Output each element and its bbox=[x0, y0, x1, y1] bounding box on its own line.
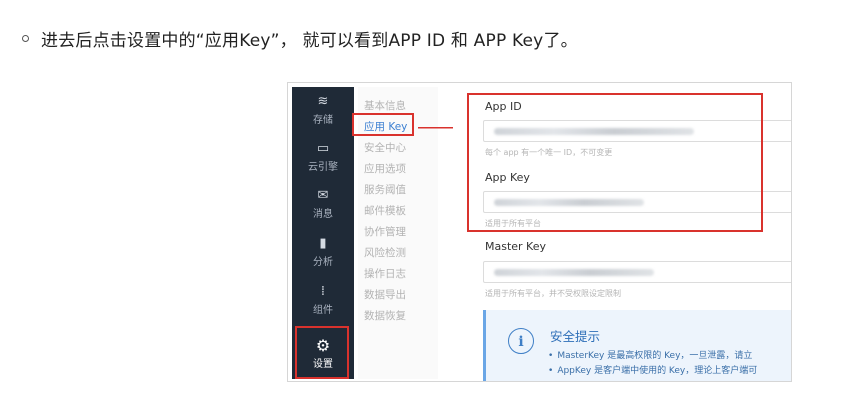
master-key-help: 适用于所有平台，并不受权限设定限制 bbox=[485, 289, 621, 298]
rail-item-label: 消息 bbox=[313, 209, 333, 220]
menu-item-app-options[interactable]: 应用选项 bbox=[364, 161, 406, 176]
menu-item-email-templates[interactable]: 邮件模板 bbox=[364, 203, 406, 218]
icon-rail: ≋ 存储 ▭ 云引擎 ✉ 消息 ▮ 分析 ⁞ 组件 ⚙ 设置 bbox=[292, 87, 354, 379]
rail-item-components[interactable]: ⁞ 组件 bbox=[292, 283, 354, 316]
instruction: 进去后点击设置中的“应用Key”， 就可以看到APP ID 和 APP Key了… bbox=[22, 26, 578, 51]
chart-icon: ▮ bbox=[319, 236, 327, 251]
keys-highlight-box bbox=[467, 93, 763, 232]
database-icon: ≋ bbox=[317, 94, 329, 109]
rail-item-message[interactable]: ✉ 消息 bbox=[292, 187, 354, 220]
menu-item-security-center[interactable]: 安全中心 bbox=[364, 140, 406, 155]
menu-item-collaboration[interactable]: 协作管理 bbox=[364, 224, 406, 239]
menu-item-service-threshold[interactable]: 服务阈值 bbox=[364, 182, 406, 197]
tip-title: 安全提示 bbox=[550, 329, 601, 344]
info-icon: i bbox=[508, 328, 534, 354]
security-tip: i 安全提示 MasterKey 是最高权限的 Key，一旦泄露，请立 AppK… bbox=[483, 310, 791, 381]
screenshot-panel: ≋ 存储 ▭ 云引擎 ✉ 消息 ▮ 分析 ⁞ 组件 ⚙ 设置 基本信息 应用 K… bbox=[287, 82, 792, 382]
instruction-text: 进去后点击设置中的“应用Key”， 就可以看到APP ID 和 APP Key了… bbox=[41, 30, 578, 51]
rail-item-cloud-engine[interactable]: ▭ 云引擎 bbox=[292, 140, 354, 173]
menu-item-data-export[interactable]: 数据导出 bbox=[364, 287, 406, 302]
bullet-icon bbox=[22, 34, 29, 42]
cloud-engine-icon: ▭ bbox=[316, 141, 330, 156]
rail-item-label: 存储 bbox=[313, 115, 333, 126]
rail-item-label: 组件 bbox=[313, 305, 333, 316]
components-icon: ⁞ bbox=[320, 284, 326, 299]
settings-highlight-box bbox=[295, 326, 349, 379]
master-key-field[interactable] bbox=[483, 261, 791, 283]
menu-item-risk-detection[interactable]: 风险检测 bbox=[364, 245, 406, 260]
menu-item-basic-info[interactable]: 基本信息 bbox=[364, 98, 406, 113]
redacted-value bbox=[494, 269, 654, 276]
rail-item-analytics[interactable]: ▮ 分析 bbox=[292, 235, 354, 268]
tip-line: AppKey 是客户端中使用的 Key，理论上客户端可 bbox=[548, 363, 757, 376]
tip-line: MasterKey 是最高权限的 Key，一旦泄露，请立 bbox=[548, 348, 752, 361]
app-key-highlight-box bbox=[352, 113, 414, 136]
master-key-label: Master Key bbox=[485, 240, 547, 253]
message-icon: ✉ bbox=[317, 188, 329, 203]
menu-item-operation-log[interactable]: 操作日志 bbox=[364, 266, 406, 281]
rail-item-label: 分析 bbox=[313, 257, 333, 268]
rail-item-label: 云引擎 bbox=[308, 162, 338, 173]
menu-item-data-restore[interactable]: 数据恢复 bbox=[364, 308, 406, 323]
rail-item-storage[interactable]: ≋ 存储 bbox=[292, 93, 354, 126]
